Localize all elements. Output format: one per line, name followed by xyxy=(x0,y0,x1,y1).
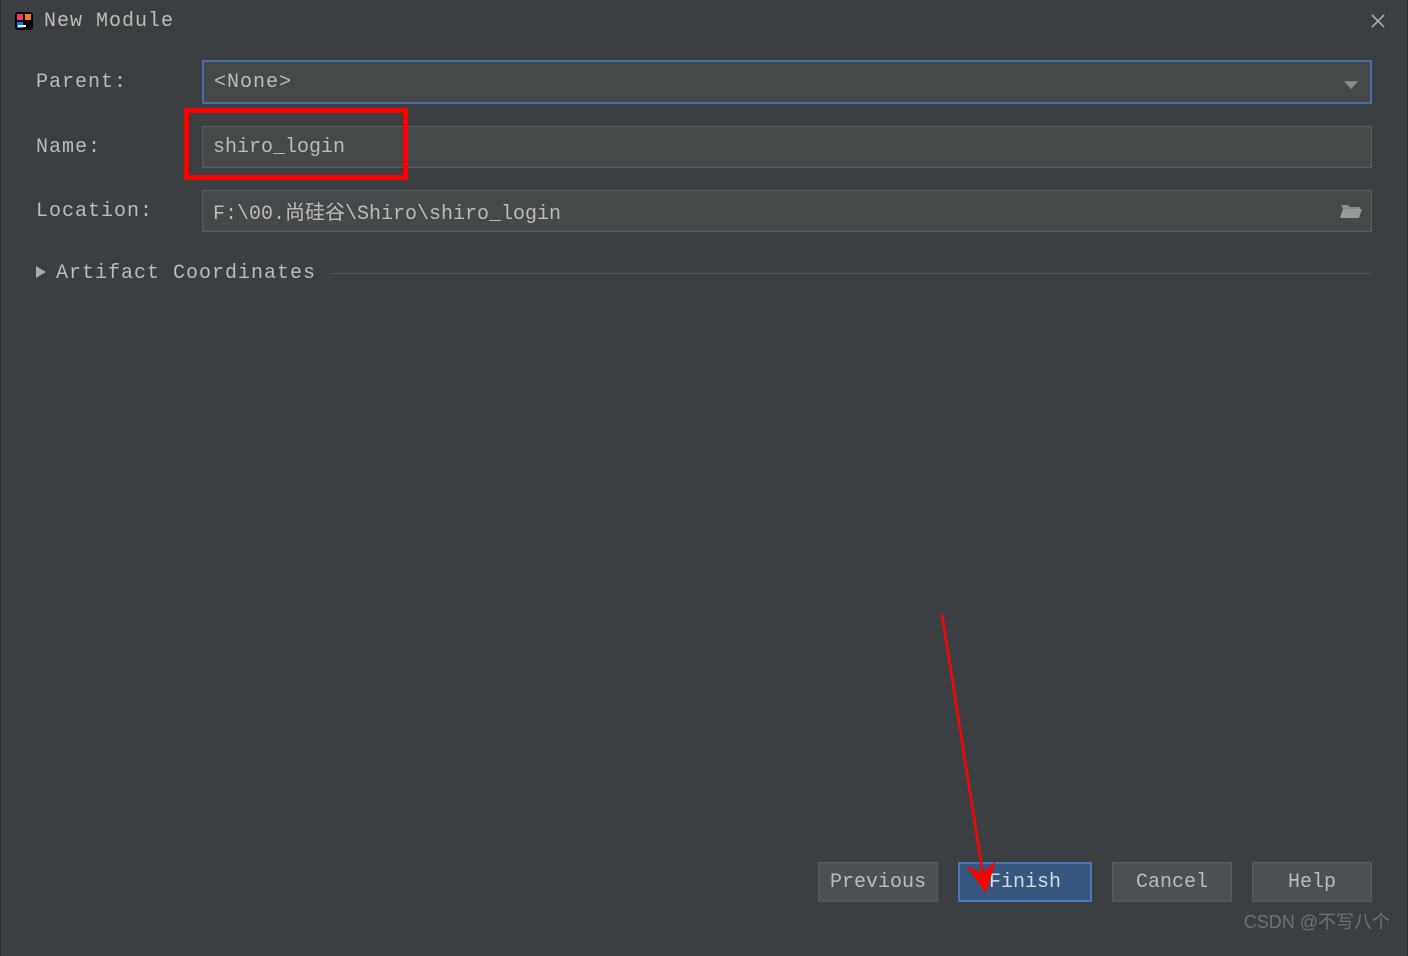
artifact-coordinates-expander[interactable]: Artifact Coordinates xyxy=(36,262,1372,285)
close-icon xyxy=(1371,14,1385,28)
button-bar: Previous Finish Cancel Help xyxy=(0,862,1408,902)
previous-button[interactable]: Previous xyxy=(818,862,938,902)
close-button[interactable] xyxy=(1362,5,1394,37)
row-name: Name: xyxy=(36,126,1372,168)
intellij-icon xyxy=(14,11,34,31)
browse-location-button[interactable] xyxy=(1336,196,1366,226)
titlebar: New Module xyxy=(0,0,1408,42)
watermark: CSDN @不写八个 xyxy=(1244,908,1390,934)
content-area: Parent: <None> Name: Location: xyxy=(0,60,1408,824)
parent-dropdown[interactable]: <None> xyxy=(202,60,1372,104)
parent-value: <None> xyxy=(214,71,292,94)
expander-label: Artifact Coordinates xyxy=(56,262,316,285)
row-location: Location: xyxy=(36,190,1372,232)
expander-divider xyxy=(330,273,1372,274)
row-parent: Parent: <None> xyxy=(36,60,1372,104)
caret-down-icon xyxy=(1344,75,1358,98)
name-input[interactable] xyxy=(202,126,1372,168)
label-parent: Parent: xyxy=(36,71,202,94)
location-input[interactable] xyxy=(202,190,1372,232)
label-name: Name: xyxy=(36,136,202,159)
help-button[interactable]: Help xyxy=(1252,862,1372,902)
triangle-right-icon xyxy=(36,262,46,285)
folder-open-icon xyxy=(1340,202,1362,220)
label-location: Location: xyxy=(36,200,202,223)
cancel-button[interactable]: Cancel xyxy=(1112,862,1232,902)
window-title: New Module xyxy=(44,10,174,33)
finish-button[interactable]: Finish xyxy=(958,862,1092,902)
